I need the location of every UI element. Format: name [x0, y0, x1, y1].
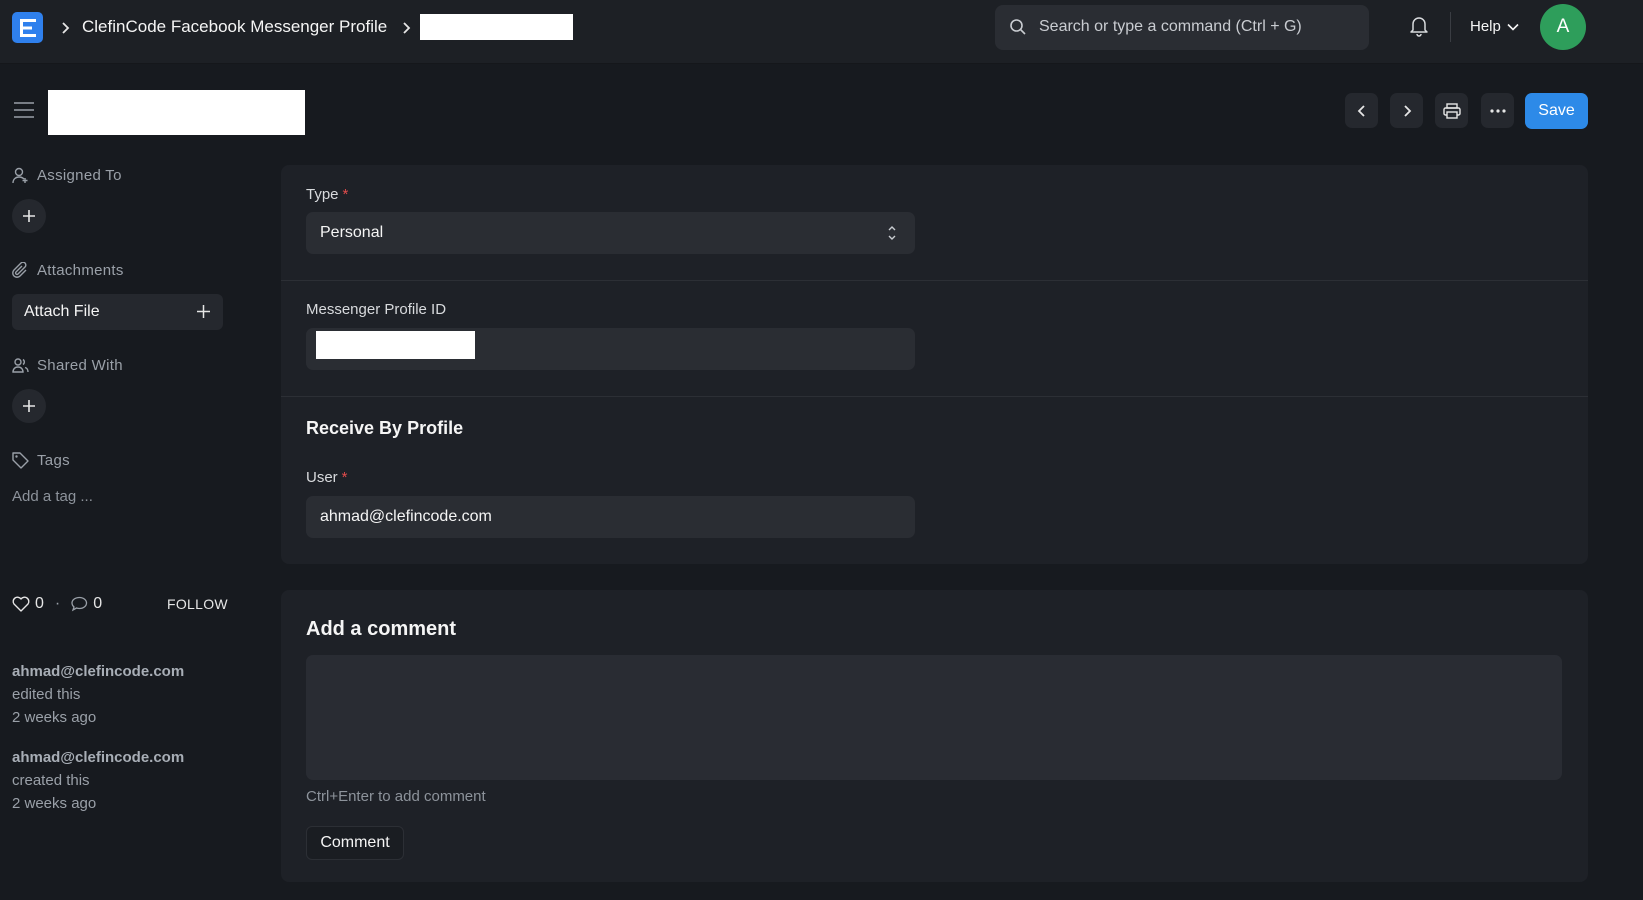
shared-with-text: Shared With: [37, 357, 123, 374]
tag-icon: [12, 452, 29, 469]
timeline-item: ahmad@clefincode.com created this 2 week…: [12, 746, 184, 815]
plus-icon: [23, 210, 35, 222]
chevron-right-icon: [398, 18, 414, 38]
page-title-redacted: [48, 90, 305, 135]
user-link-input[interactable]: ahmad@clefincode.com: [306, 496, 915, 538]
attach-file-button[interactable]: Attach File: [12, 294, 223, 330]
printer-icon: [1442, 102, 1461, 119]
add-assignee-button[interactable]: [12, 199, 46, 233]
comment-title: Add a comment: [306, 618, 457, 640]
section-title: Receive By Profile: [306, 418, 464, 438]
more-actions-button[interactable]: [1481, 93, 1514, 128]
comments-count: 0: [93, 595, 103, 612]
type-select[interactable]: Personal: [306, 212, 915, 254]
timeline-item: ahmad@clefincode.com edited this 2 weeks…: [12, 660, 184, 729]
timeline-time: 2 weeks ago: [12, 795, 97, 812]
profile-id-field-label: Messenger Profile ID: [306, 301, 447, 318]
timeline-user[interactable]: ahmad@clefincode.com: [12, 749, 184, 766]
add-tag-input[interactable]: Add a tag ...: [12, 488, 93, 505]
ellipsis-icon: [1489, 108, 1506, 113]
plus-icon: [197, 305, 210, 318]
navbar: ClefinCode Facebook Messenger Profile Se…: [0, 0, 1643, 64]
user-link-value: ahmad@clefincode.com: [320, 508, 492, 525]
save-button[interactable]: Save: [1525, 93, 1588, 129]
assigned-to-text: Assigned To: [37, 167, 122, 184]
prev-record-button[interactable]: [1345, 93, 1378, 128]
help-dropdown[interactable]: Help: [1470, 18, 1519, 35]
attachments-label: Attachments: [12, 262, 124, 279]
app-logo[interactable]: [12, 12, 43, 43]
comment-button[interactable]: Comment: [306, 826, 404, 860]
comment-input[interactable]: [306, 655, 1562, 780]
type-label-text: Type: [306, 186, 339, 203]
comment-icon: [71, 596, 88, 612]
chevron-right-icon: [1403, 104, 1411, 117]
next-record-button[interactable]: [1390, 93, 1423, 128]
required-indicator: *: [342, 186, 349, 203]
search-icon: [1010, 19, 1026, 35]
attachments-text: Attachments: [37, 262, 124, 279]
chevron-down-icon: [1507, 23, 1519, 31]
timeline-action: created this: [12, 772, 90, 789]
required-indicator: *: [341, 469, 348, 486]
avatar[interactable]: A: [1540, 4, 1586, 50]
user-field-label: User *: [306, 469, 348, 486]
bell-icon[interactable]: [1409, 15, 1429, 37]
users-icon: [12, 358, 29, 373]
assigned-to-label: Assigned To: [12, 167, 122, 184]
paperclip-icon: [12, 262, 27, 278]
tags-label: Tags: [12, 452, 70, 469]
user-plus-icon: [12, 167, 28, 184]
shared-with-label: Shared With: [12, 357, 123, 374]
breadcrumb-doctype[interactable]: ClefinCode Facebook Messenger Profile: [82, 17, 387, 37]
user-label-text: User: [306, 469, 338, 486]
search-bar[interactable]: Search or type a command (Ctrl + G): [995, 5, 1369, 50]
heart-icon[interactable]: [12, 596, 30, 612]
help-label: Help: [1470, 18, 1501, 35]
stats-dot: ·: [54, 595, 61, 612]
timeline-time: 2 weeks ago: [12, 709, 97, 726]
add-share-button[interactable]: [12, 389, 46, 423]
type-select-value: Personal: [320, 224, 384, 241]
comment-hint: Ctrl+Enter to add comment: [306, 788, 486, 805]
select-arrows-icon: [888, 226, 896, 240]
tags-text: Tags: [37, 452, 70, 469]
profile-id-value-redacted: [316, 331, 475, 359]
search-placeholder: Search or type a command (Ctrl + G): [1039, 18, 1302, 35]
timeline-user[interactable]: ahmad@clefincode.com: [12, 663, 184, 680]
print-button[interactable]: [1435, 93, 1468, 128]
plus-icon: [23, 400, 35, 412]
logo-icon: [19, 18, 36, 37]
chevron-right-icon: [57, 18, 73, 38]
follow-button[interactable]: FOLLOW: [167, 596, 228, 612]
section-divider: [281, 280, 1588, 281]
navbar-divider: [1450, 12, 1451, 42]
attach-file-label: Attach File: [24, 303, 100, 320]
section-divider: [281, 396, 1588, 397]
type-field-label: Type *: [306, 186, 348, 203]
likes-comments-stats: 0 · 0: [12, 595, 102, 613]
breadcrumb-record-redacted[interactable]: [420, 14, 573, 40]
timeline-action: edited this: [12, 686, 81, 703]
chevron-left-icon: [1357, 104, 1365, 117]
sidebar-toggle-icon[interactable]: [14, 102, 34, 118]
likes-count: 0: [35, 595, 44, 612]
